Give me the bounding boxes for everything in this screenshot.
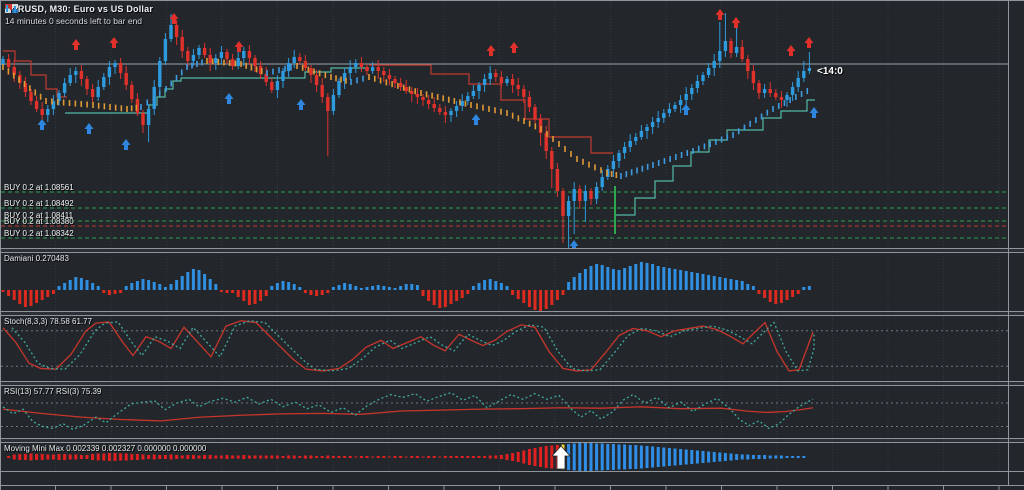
buy-order-label: BUY 0.2 at 1.08561 [4, 183, 74, 192]
candlestick-series [1, 13, 811, 248]
buy-signal-arrows[interactable] [38, 93, 819, 248]
rsi-indicator-canvas[interactable] [1, 386, 1024, 438]
grid-lines [56, 386, 1000, 438]
chart-header: EURUSD, M30: Euro vs US Dollar [5, 3, 153, 14]
time-axis-ticks [56, 486, 1000, 490]
ma-ribbon [3, 58, 807, 179]
stochastic-title: Stoch(8,3,3) 78.58 61.77 [4, 317, 92, 326]
mt4-chart-window: EURUSD, M30: Euro vs US Dollar 14 minute… [0, 0, 1024, 490]
stoch-main-line [3, 321, 813, 371]
damiani-indicator-canvas[interactable] [1, 253, 1024, 311]
rsi-level-lines [1, 403, 1008, 427]
candlestick-chart-icon [5, 4, 18, 13]
buy-order-label: BUY 0.2 at 1.08342 [4, 229, 74, 238]
stoch-level-lines [1, 331, 1008, 366]
buy-order-label: BUY 0.2 at 1.08492 [4, 199, 74, 208]
rsi-title: RSI(13) 57.77 RSI(3) 75.39 [4, 387, 101, 396]
bar-countdown: 14 minutes 0 seconds left to bar end [5, 16, 142, 26]
damiani-histogram [2, 262, 811, 311]
stochastic-indicator-canvas[interactable] [1, 316, 1024, 381]
window-bottom-edge [1, 485, 1024, 486]
price-marker-label: <14:0 [817, 66, 843, 77]
time-axis[interactable] [1, 472, 1024, 490]
grid-lines [56, 1, 1000, 248]
minmax-title: Moving Mini Max 0.002339 0.002327 0.0000… [4, 444, 206, 453]
order-level-lines[interactable] [1, 192, 1008, 238]
damiani-title: Damiani 0.270483 [4, 254, 69, 263]
trailing-stop-up-line[interactable] [65, 68, 815, 215]
main-chart-canvas[interactable] [1, 1, 1024, 248]
symbol-title: EURUSD, M30: Euro vs US Dollar [5, 4, 153, 14]
grid-lines [56, 253, 1000, 311]
buy-order-label: BUY 0.2 at 1.08380 [4, 217, 74, 226]
price-axis-border [1008, 1, 1009, 485]
trailing-stop-down-line[interactable] [3, 51, 613, 153]
